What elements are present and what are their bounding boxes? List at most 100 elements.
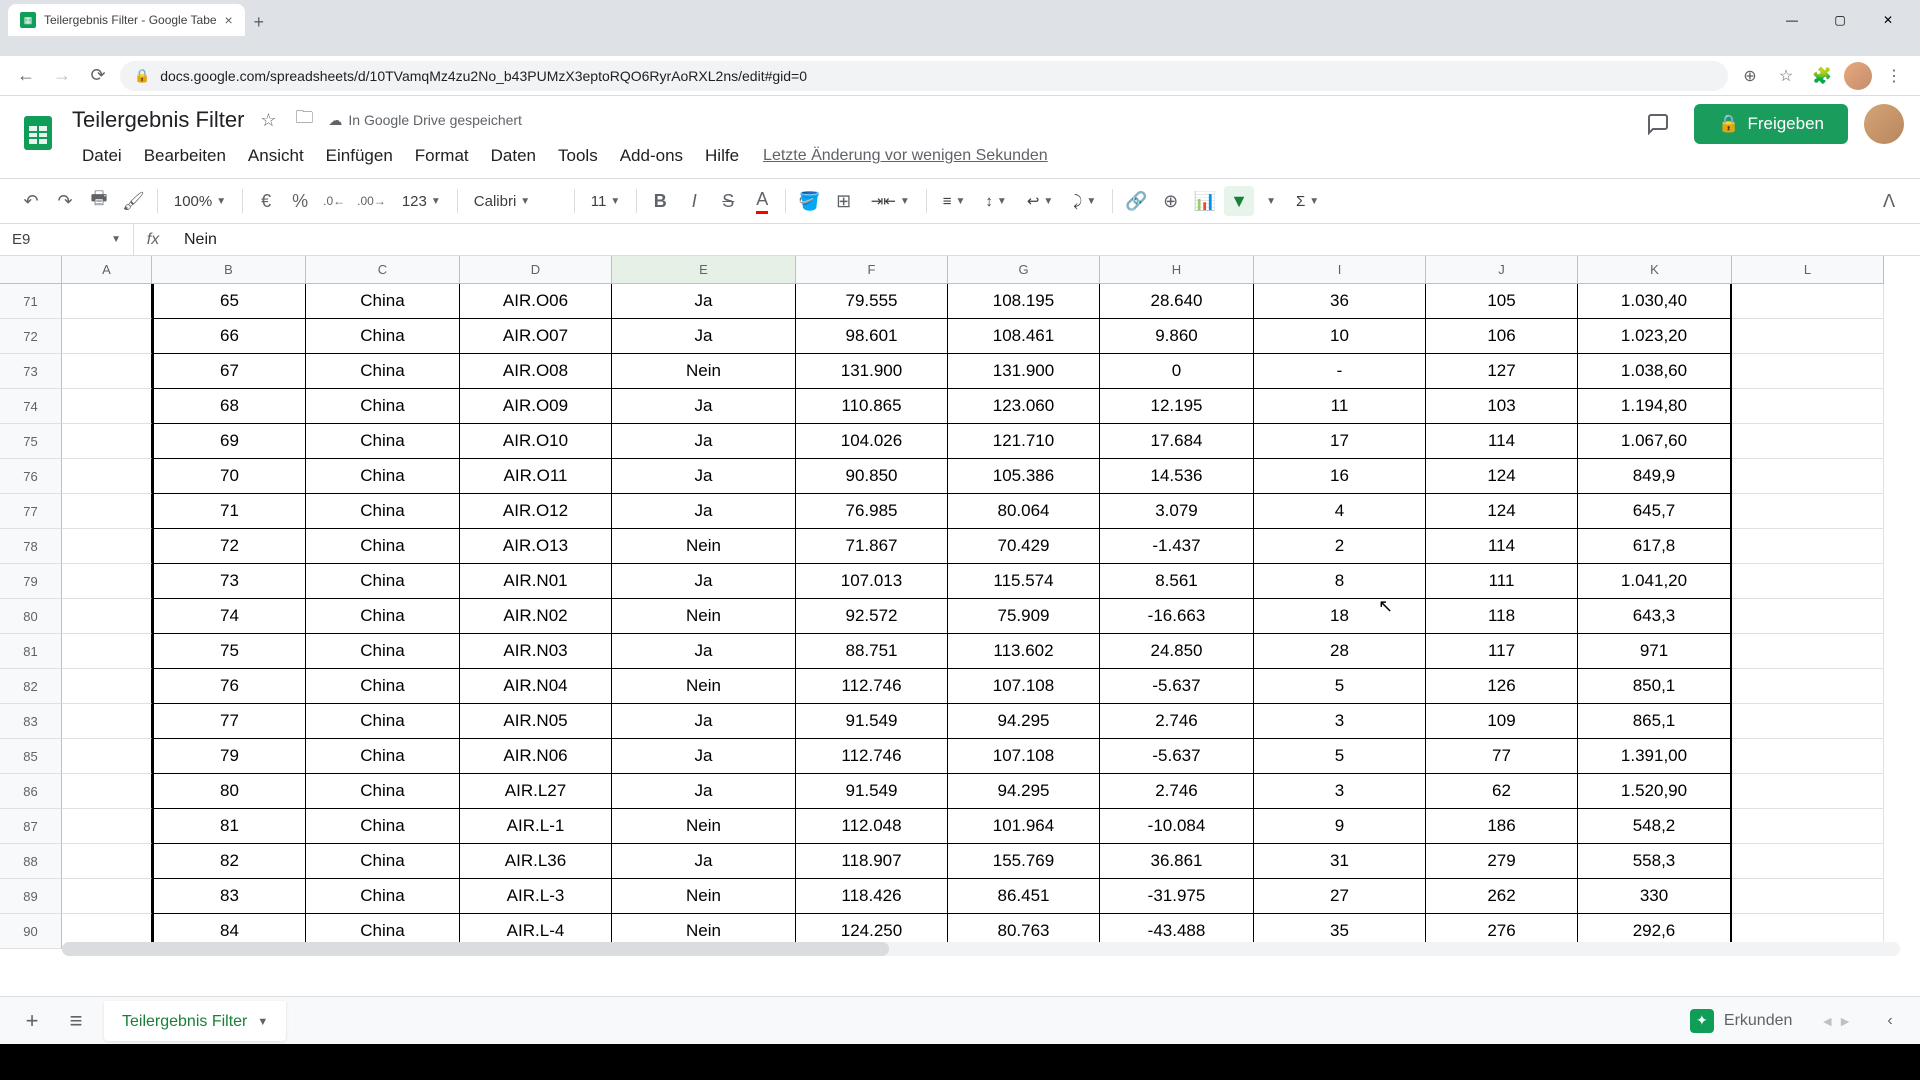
column-header-L[interactable]: L [1732,256,1884,284]
cell[interactable]: China [306,774,460,809]
cell[interactable]: 76 [152,669,306,704]
row-header[interactable]: 83 [0,704,62,739]
cell[interactable]: 11 [1254,389,1426,424]
cell[interactable]: 98.601 [796,319,948,354]
cell[interactable]: China [306,739,460,774]
cell[interactable]: China [306,704,460,739]
cell[interactable]: 92.572 [796,599,948,634]
cell[interactable] [62,599,152,634]
cell[interactable]: 2 [1254,529,1426,564]
cell[interactable]: 9.860 [1100,319,1254,354]
cell[interactable]: 850,1 [1578,669,1732,704]
extensions-icon[interactable]: 🧩 [1808,62,1836,90]
wrap-button[interactable]: ↩▼ [1019,186,1061,216]
cell[interactable]: Nein [612,599,796,634]
cell[interactable]: China [306,564,460,599]
cell[interactable] [1732,739,1884,774]
cell[interactable]: 101.964 [948,809,1100,844]
cell[interactable]: 865,1 [1578,704,1732,739]
close-tab-icon[interactable]: × [225,12,233,28]
cell[interactable] [62,529,152,564]
cell[interactable] [1732,844,1884,879]
formula-input[interactable]: Nein [172,231,1920,249]
cell[interactable]: 8.561 [1100,564,1254,599]
cell[interactable]: China [306,634,460,669]
comment-button[interactable]: ⊕ [1156,186,1186,216]
cell[interactable]: 279 [1426,844,1578,879]
cell[interactable]: 105 [1426,284,1578,319]
cell[interactable]: China [306,879,460,914]
bold-button[interactable]: B [645,186,675,216]
cell[interactable]: 68 [152,389,306,424]
move-icon[interactable]: 🗀 [292,108,316,132]
borders-button[interactable]: ⊞ [829,186,859,216]
cell[interactable]: China [306,319,460,354]
cell[interactable]: 36 [1254,284,1426,319]
cell[interactable]: China [306,599,460,634]
cell[interactable]: 77 [1426,739,1578,774]
cell[interactable]: 108.461 [948,319,1100,354]
cell[interactable] [62,284,152,319]
select-all-corner[interactable] [0,256,62,284]
all-sheets-button[interactable]: ≡ [60,1005,92,1037]
close-window-icon[interactable]: ✕ [1868,8,1908,32]
column-header-I[interactable]: I [1254,256,1426,284]
cell[interactable]: 27 [1254,879,1426,914]
cell[interactable]: China [306,809,460,844]
cell[interactable]: 74 [152,599,306,634]
zoom-icon[interactable]: ⊕ [1736,62,1764,90]
cell[interactable]: 131.900 [796,354,948,389]
cell[interactable]: AIR.O11 [460,459,612,494]
cell[interactable]: Ja [612,284,796,319]
cell[interactable] [62,564,152,599]
paint-format-button[interactable]: 🖌 [118,186,149,216]
cell[interactable]: AIR.N06 [460,739,612,774]
sheet-tab-active[interactable]: Teilergebnis Filter ▼ [104,1001,286,1041]
functions-button[interactable]: Σ▼ [1288,186,1327,216]
cell[interactable] [1732,879,1884,914]
cell[interactable]: Ja [612,424,796,459]
cell[interactable]: 8 [1254,564,1426,599]
forward-button[interactable]: → [48,62,76,90]
cell[interactable]: 155.769 [948,844,1100,879]
cell[interactable] [1732,599,1884,634]
redo-button[interactable]: ↷ [50,186,80,216]
cell[interactable] [62,669,152,704]
cell[interactable]: 4 [1254,494,1426,529]
cell[interactable]: 330 [1578,879,1732,914]
menu-help[interactable]: Hilfe [695,142,749,170]
cell[interactable]: 186 [1426,809,1578,844]
cell[interactable]: 1.520,90 [1578,774,1732,809]
cell[interactable]: 16 [1254,459,1426,494]
cell[interactable]: China [306,844,460,879]
cell[interactable]: 107.013 [796,564,948,599]
cell[interactable]: Ja [612,459,796,494]
cell[interactable]: Ja [612,774,796,809]
cell[interactable]: 3 [1254,774,1426,809]
cell[interactable]: 94.295 [948,774,1100,809]
cell[interactable]: 12.195 [1100,389,1254,424]
menu-addons[interactable]: Add-ons [610,142,693,170]
row-header[interactable]: 80 [0,599,62,634]
cell[interactable]: 558,3 [1578,844,1732,879]
cell[interactable]: 1.041,20 [1578,564,1732,599]
browser-profile-avatar[interactable] [1844,62,1872,90]
cell[interactable]: 3.079 [1100,494,1254,529]
cell[interactable]: 9 [1254,809,1426,844]
cell[interactable] [1732,704,1884,739]
cell[interactable]: 80.064 [948,494,1100,529]
row-header[interactable]: 86 [0,774,62,809]
reload-button[interactable]: ⟳ [84,62,112,90]
cell[interactable] [1732,354,1884,389]
link-button[interactable]: 🔗 [1121,186,1151,216]
cell[interactable]: 548,2 [1578,809,1732,844]
cell[interactable]: AIR.L27 [460,774,612,809]
cell[interactable]: 94.295 [948,704,1100,739]
column-header-D[interactable]: D [460,256,612,284]
document-title[interactable]: Teilergebnis Filter [72,107,244,133]
cell[interactable] [1732,774,1884,809]
cell[interactable]: 131.900 [948,354,1100,389]
cell[interactable]: 80 [152,774,306,809]
cell[interactable] [62,389,152,424]
number-format-select[interactable]: 123▼ [394,186,449,216]
